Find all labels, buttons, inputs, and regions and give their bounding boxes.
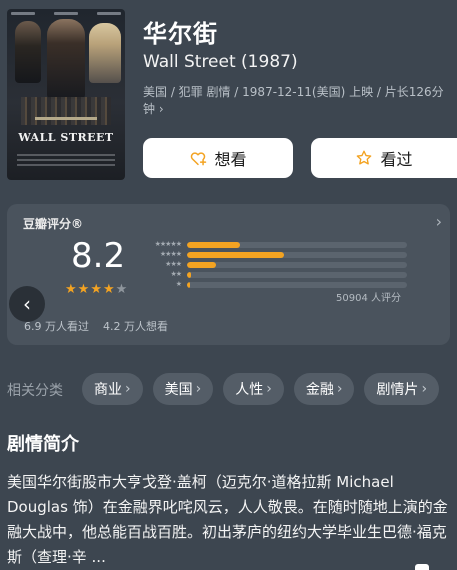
synopsis-text[interactable]: 美国华尔街股市大亨戈登·盖柯（迈克尔·道格拉斯 Michael Douglas … (7, 470, 449, 570)
distribution-track (187, 241, 407, 248)
distribution-row: ★★★ (137, 260, 407, 269)
distribution-fill (187, 281, 191, 288)
watched-button[interactable]: 看过 (311, 138, 457, 178)
star-empty-icon: ★ (115, 282, 128, 297)
related-categories-list: 商业 › 美国 › 人性 › 金融 › 剧情片 › (82, 373, 440, 405)
movie-title: 华尔街 (143, 20, 218, 48)
star-filled-icon: ★ (102, 282, 115, 297)
distribution-stars: ★★ (170, 270, 182, 278)
distribution-fill (187, 271, 192, 278)
rating-distribution: ★★★★★ ★★★★ ★★★ ★★ ★ (137, 240, 407, 290)
poster-credits (11, 12, 121, 18)
distribution-track (187, 251, 407, 258)
related-categories-label: 相关分类 (7, 383, 63, 399)
poster-figure-center (47, 19, 85, 99)
poster-band (35, 117, 97, 120)
distribution-stars: ★ (175, 280, 182, 288)
chevron-right-icon: › (195, 381, 202, 397)
rating-stars: ★ ★ ★ ★ ★ (65, 282, 127, 297)
star-filled-icon: ★ (65, 282, 77, 297)
expand-handle[interactable] (415, 564, 429, 570)
star-filled-icon: ★ (77, 282, 90, 297)
distribution-track (187, 281, 407, 288)
heart-plus-icon (189, 149, 207, 167)
watch-stats: 6.9 万人看过 4.2 万人想看 (24, 318, 168, 334)
watched-label: 看过 (380, 150, 413, 169)
distribution-row: ★★ (137, 270, 407, 279)
movie-original-title: Wall Street (1987) (143, 52, 298, 72)
chip-label: 剧情片 (376, 382, 419, 398)
distribution-row: ★★★★★ (137, 240, 407, 249)
distribution-fill (187, 241, 240, 248)
distribution-fill (187, 251, 284, 258)
poster-credits-block (17, 154, 115, 172)
distribution-row: ★ (137, 280, 407, 289)
star-filled-icon: ★ (90, 282, 102, 297)
synopsis-title: 剧情简介 (7, 434, 79, 455)
want-to-watch-label: 想看 (214, 150, 247, 169)
chevron-right-icon[interactable]: › (436, 212, 442, 231)
chip-label: 商业 (94, 382, 122, 398)
chevron-right-icon: › (266, 381, 272, 397)
chevron-right-icon: › (336, 381, 343, 397)
distribution-stars: ★★★★ (159, 250, 182, 258)
distribution-track (187, 271, 407, 278)
distribution-fill (187, 261, 216, 268)
chevron-left-icon[interactable]: ‹ (9, 286, 45, 322)
rating-card-title: 豆瓣评分® (23, 217, 84, 231)
poster-title: WALL STREET (18, 131, 114, 144)
poster-figure-left (15, 21, 41, 83)
distribution-row: ★★★★ (137, 250, 407, 259)
chevron-right-icon: › (125, 381, 131, 397)
wanted-count: 4.2 万人想看 (103, 320, 168, 333)
distribution-stars: ★★★★★ (154, 240, 182, 248)
distribution-stars: ★★★ (165, 260, 182, 268)
movie-meta-link[interactable]: 美国 / 犯罪 剧情 / 1987-12-11(美国) 上映 / 片长126分钟… (143, 84, 449, 118)
category-chip-drama[interactable]: 剧情片 › (364, 373, 440, 405)
category-chip-usa[interactable]: 美国 › (152, 373, 214, 405)
movie-detail-page: WALL STREET 华尔街 Wall Street (1987) 美国 / … (0, 0, 457, 570)
rating-score: 8.2 (71, 236, 126, 276)
chevron-right-icon: › (421, 381, 428, 397)
chip-label: 美国 (164, 382, 193, 398)
poster-skyline (21, 97, 111, 125)
distribution-track (187, 261, 407, 268)
rating-card[interactable]: 豆瓣评分® › 8.2 ★ ★ ★ ★ ★ ★★★★★ ★★★★ ★★★ ★★ ★ 50904 … (7, 204, 450, 345)
want-to-watch-button[interactable]: 想看 (143, 138, 293, 178)
poster-figure-right (89, 23, 121, 83)
chip-label: 金融 (305, 382, 334, 398)
movie-poster[interactable]: WALL STREET (7, 9, 125, 180)
chip-label: 人性 (235, 382, 264, 398)
rating-count: 50904 人评分 (336, 293, 401, 304)
star-outline-icon (355, 149, 373, 167)
category-chip-finance[interactable]: 金融 › (293, 373, 355, 405)
category-chip-business[interactable]: 商业 › (82, 373, 143, 405)
category-chip-humanity[interactable]: 人性 › (223, 373, 284, 405)
